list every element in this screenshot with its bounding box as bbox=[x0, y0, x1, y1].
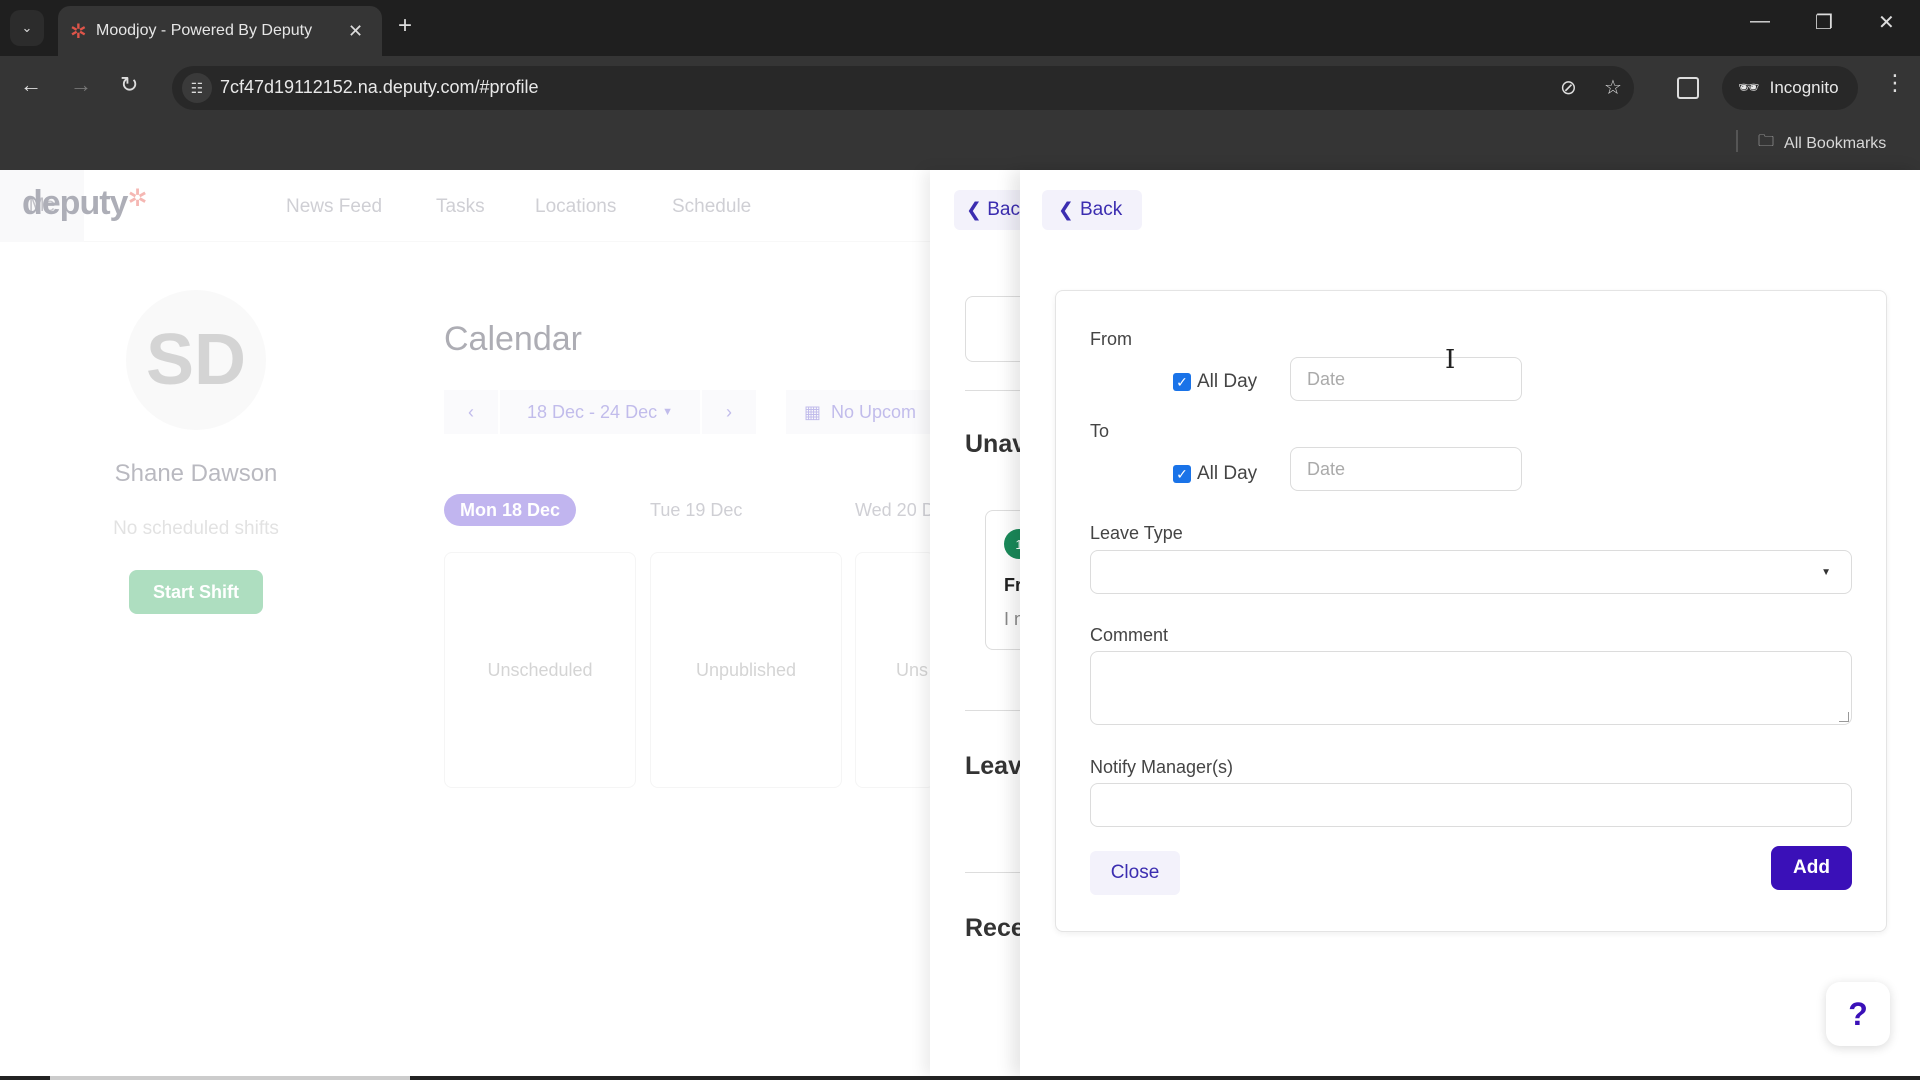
all-day-label: All Day bbox=[1197, 371, 1258, 392]
browser-tab[interactable]: ✲ Moodjoy - Powered By Deputy ✕ bbox=[58, 6, 382, 56]
restore-icon[interactable]: ❐ bbox=[1815, 10, 1833, 35]
deputy-logo[interactable]: deputy✲ bbox=[22, 184, 148, 223]
leave-request-drawer: ❮ Back From ✓ All Day Date To ✓ All Day … bbox=[1020, 170, 1920, 1076]
to-label: To bbox=[1090, 421, 1110, 441]
chevron-left-icon: ❮ bbox=[1058, 199, 1074, 221]
shift-status: No scheduled shifts bbox=[113, 518, 279, 539]
text-cursor-icon: I bbox=[1445, 345, 1456, 375]
nav-item-tasks[interactable]: Tasks bbox=[436, 196, 485, 218]
calendar-title: Calendar bbox=[444, 320, 582, 358]
caret-down-icon: ▼ bbox=[662, 406, 673, 418]
chevron-left-icon: ❮ bbox=[966, 199, 988, 221]
day-card[interactable]: Uns bbox=[855, 552, 935, 788]
back-label: Back bbox=[1080, 199, 1123, 220]
start-shift-button[interactable]: Start Shift bbox=[129, 570, 263, 614]
date-range-label: 18 Dec - 24 Dec bbox=[527, 401, 658, 422]
back-label: Bac bbox=[987, 199, 1020, 220]
from-all-day-checkbox[interactable]: ✓ All Day bbox=[1173, 371, 1257, 393]
all-day-label: All Day bbox=[1197, 463, 1258, 484]
comment-textarea[interactable] bbox=[1090, 651, 1852, 725]
leave-type-label: Leave Type bbox=[1090, 523, 1183, 543]
checkbox-checked-icon[interactable]: ✓ bbox=[1173, 465, 1191, 483]
comment-label: Comment bbox=[1090, 625, 1169, 645]
nav-item-schedule[interactable]: Schedule bbox=[672, 196, 751, 218]
tab-list-button[interactable]: ⌄ bbox=[10, 10, 44, 46]
to-date-input[interactable]: Date bbox=[1290, 447, 1522, 491]
browser-tab-bar: ⌄ ✲ Moodjoy - Powered By Deputy ✕ + — ❐ … bbox=[0, 0, 1920, 56]
site-info-icon[interactable]: ☷ bbox=[182, 73, 212, 103]
calendar-icon: ▦ bbox=[804, 401, 822, 422]
calendar-toolbar: ‹ 18 Dec - 24 Dec ▼ › ▦ No Upcom bbox=[444, 390, 946, 434]
bookmarks-bar: 🗀 All Bookmarks bbox=[0, 120, 1920, 170]
incognito-icon: 🕶 bbox=[1738, 78, 1760, 97]
day-card[interactable]: Unpublished bbox=[650, 552, 842, 788]
chevron-down-icon: ⌄ bbox=[21, 20, 33, 35]
from-label: From bbox=[1090, 329, 1132, 349]
minimize-icon[interactable]: — bbox=[1750, 10, 1770, 33]
checkbox-checked-icon[interactable]: ✓ bbox=[1173, 373, 1191, 391]
url-text[interactable]: 7cf47d19112152.na.deputy.com/#profile bbox=[220, 77, 539, 98]
day-header[interactable]: Wed 20 D bbox=[855, 500, 935, 521]
forward-icon[interactable]: → bbox=[70, 72, 92, 98]
close-tab-icon[interactable]: ✕ bbox=[348, 21, 363, 42]
avatar: SD bbox=[126, 290, 266, 430]
from-date-input[interactable]: Date bbox=[1290, 357, 1522, 401]
date-range-dropdown[interactable]: 18 Dec - 24 Dec ▼ bbox=[500, 390, 700, 434]
reload-icon[interactable]: ↻ bbox=[120, 72, 138, 98]
incognito-label: Incognito bbox=[1769, 78, 1839, 97]
next-week-button[interactable]: › bbox=[702, 390, 756, 434]
star-icon[interactable]: ☆ bbox=[1604, 75, 1622, 100]
close-window-icon[interactable]: ✕ bbox=[1878, 10, 1895, 35]
nav-item-locations[interactable]: Locations bbox=[535, 196, 616, 218]
new-tab-button[interactable]: + bbox=[398, 12, 412, 40]
resize-handle-icon[interactable] bbox=[1839, 712, 1849, 722]
side-panel-icon[interactable] bbox=[1677, 77, 1699, 99]
back-icon[interactable]: ← bbox=[20, 72, 42, 98]
day-card[interactable]: Unscheduled bbox=[444, 552, 636, 788]
all-bookmarks-button[interactable]: 🗀 All Bookmarks bbox=[1758, 130, 1886, 157]
back-button[interactable]: ❮ Back bbox=[1042, 190, 1142, 230]
section-heading: Unav bbox=[965, 430, 1027, 458]
profile-name: Shane Dawson bbox=[114, 460, 278, 487]
caret-down-icon: ▼ bbox=[1821, 567, 1831, 578]
chevron-left-icon: ‹ bbox=[468, 401, 474, 422]
close-button[interactable]: Close bbox=[1090, 851, 1180, 895]
logo-star-icon: ✲ bbox=[127, 185, 147, 212]
upcoming-label: No Upcom bbox=[831, 401, 917, 422]
prev-week-button[interactable]: ‹ bbox=[444, 390, 498, 434]
chevron-right-icon: › bbox=[726, 401, 732, 422]
browser-toolbar: ← → ↻ ☷ 7cf47d19112152.na.deputy.com/#pr… bbox=[0, 56, 1920, 120]
divider bbox=[1736, 130, 1738, 152]
logo-text: deputy bbox=[22, 184, 128, 222]
upcoming-button[interactable]: ▦ No Upcom bbox=[786, 390, 946, 434]
folder-icon: 🗀 bbox=[1758, 133, 1775, 150]
to-all-day-checkbox[interactable]: ✓ All Day bbox=[1173, 463, 1257, 485]
notify-managers-input[interactable] bbox=[1090, 783, 1852, 827]
notify-managers-label: Notify Manager(s) bbox=[1090, 757, 1234, 777]
horizontal-scrollbar[interactable] bbox=[50, 1076, 410, 1080]
tab-title: Moodjoy - Powered By Deputy bbox=[96, 22, 313, 39]
app-nav: deputy✲ Me News Feed Tasks Locations Sch… bbox=[0, 170, 930, 242]
deputy-favicon-icon: ✲ bbox=[70, 20, 87, 43]
help-button[interactable]: ? bbox=[1826, 982, 1890, 1046]
eye-off-icon[interactable]: ⊘ bbox=[1560, 75, 1577, 100]
kebab-menu-icon[interactable]: ⋮ bbox=[1884, 70, 1906, 96]
all-bookmarks-label: All Bookmarks bbox=[1784, 134, 1887, 152]
leave-type-select[interactable]: ▼ bbox=[1090, 550, 1852, 594]
add-button[interactable]: Add bbox=[1771, 846, 1852, 890]
address-bar[interactable]: ☷ 7cf47d19112152.na.deputy.com/#profile … bbox=[172, 66, 1634, 110]
day-header-active[interactable]: Mon 18 Dec bbox=[444, 494, 577, 526]
day-header[interactable]: Tue 19 Dec bbox=[650, 500, 742, 521]
leave-form-card: From ✓ All Day Date To ✓ All Day Date Le… bbox=[1055, 290, 1887, 932]
incognito-indicator[interactable]: 🕶 Incognito bbox=[1722, 66, 1858, 110]
nav-item-news-feed[interactable]: News Feed bbox=[286, 196, 382, 218]
